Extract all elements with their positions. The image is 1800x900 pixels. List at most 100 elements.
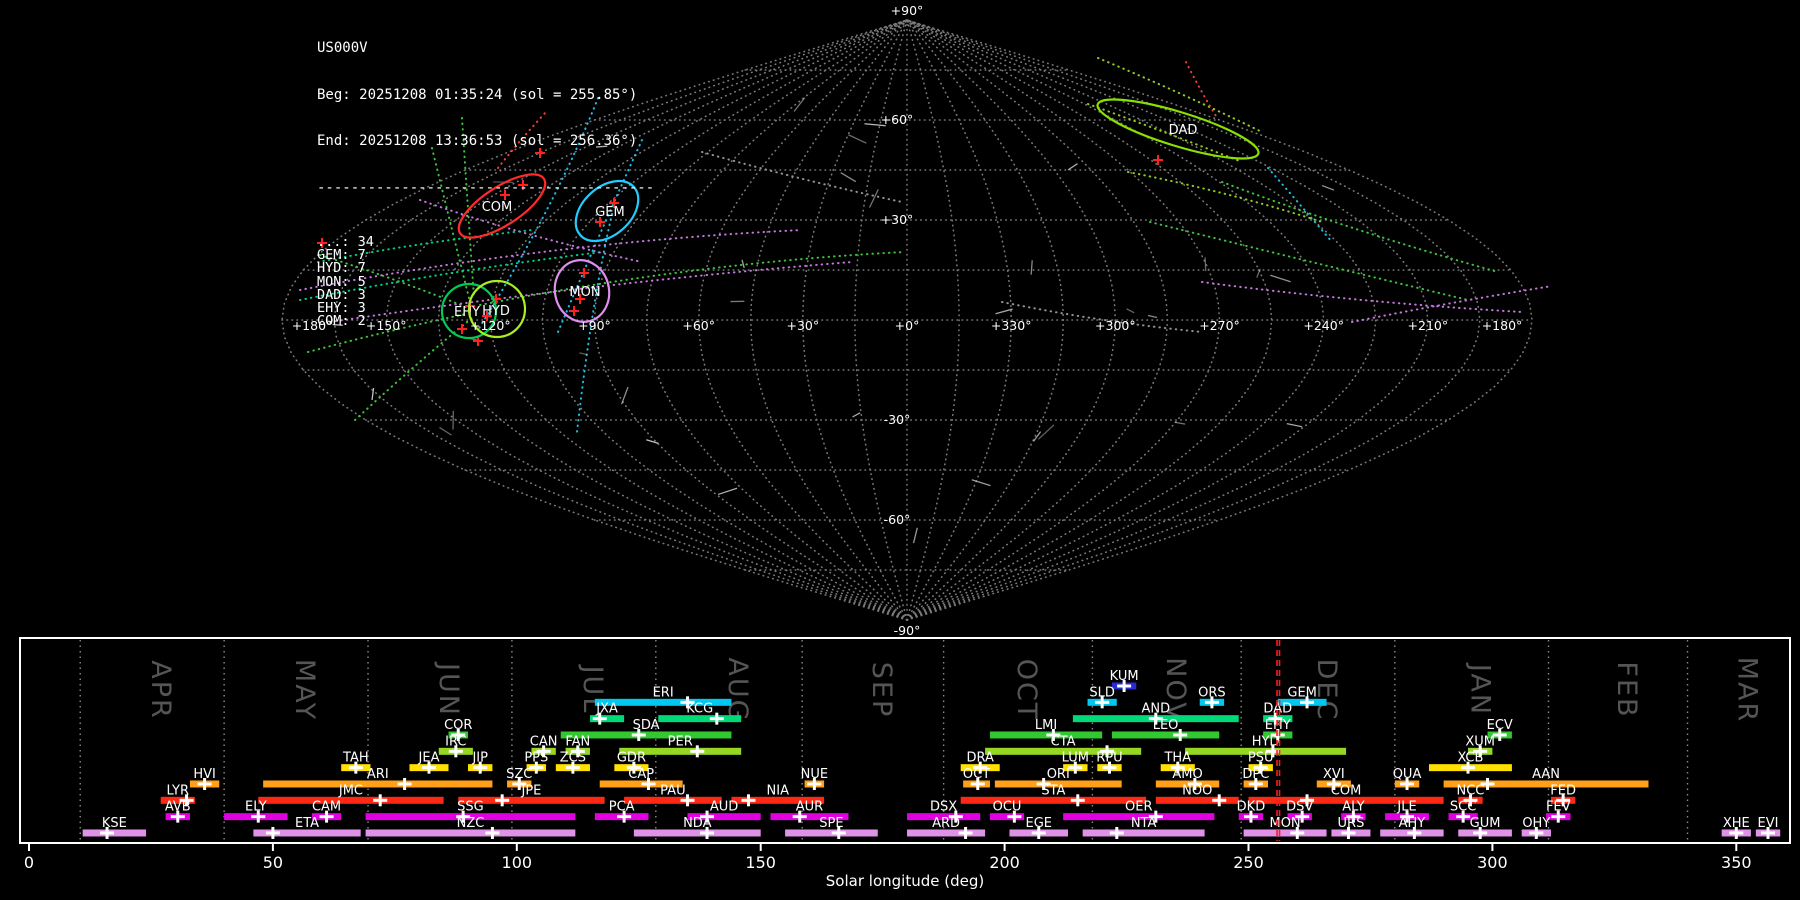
pole-label-south: -90°: [894, 623, 921, 638]
month-label-OCT: OCT: [1011, 659, 1042, 722]
x-tick-label-300: 300: [1477, 853, 1508, 872]
equator-label: +180°: [1482, 318, 1523, 333]
meteor-track: [1185, 61, 1217, 117]
x-tick-label-250: 250: [1233, 853, 1264, 872]
shower-count-row: MON: 5: [317, 273, 366, 290]
equator-label: +270°: [1199, 318, 1240, 333]
bar-label-GDR: GDR: [617, 751, 646, 766]
bar-label-STA: STA: [1041, 783, 1065, 798]
shower-count-row: EHY: 3: [317, 300, 366, 317]
meteor-track: [1149, 221, 1469, 301]
x-tick-label-50: 50: [263, 853, 283, 872]
bar-label-ARI: ARI: [367, 767, 389, 782]
bar-label-PAU: PAU: [660, 783, 685, 798]
bar-label-DSX: DSX: [930, 800, 957, 815]
x-axis-title: Solar longitude (deg): [826, 872, 984, 890]
meteor-track: [1201, 281, 1523, 313]
x-tick-label-200: 200: [989, 853, 1020, 872]
equator-label: +240°: [1303, 318, 1344, 333]
bar-label-COM: COM: [1331, 783, 1362, 798]
meteor-track: [1221, 181, 1499, 273]
header-divider: ----------------------------------------: [317, 179, 655, 196]
bar-label-ORI: ORI: [1047, 767, 1070, 782]
bar-label-AHY: AHY: [1399, 816, 1426, 831]
shower-count-row: HYD: 7: [317, 260, 366, 277]
sporadic-meteor: [579, 352, 588, 356]
bar-label-NOO: NOO: [1182, 783, 1212, 798]
bar-label-ERI: ERI: [653, 685, 674, 700]
pole-label-north: +90°: [891, 3, 924, 18]
sporadic-meteor: [1147, 314, 1158, 319]
sporadic-meteor: [439, 426, 452, 436]
header-block: US000V Beg: 20251208 01:35:24 (sol = 255…: [317, 10, 654, 344]
equator-label: +210°: [1408, 318, 1449, 333]
latitude-label: +30°: [881, 212, 914, 227]
sporadic-meteor: [1286, 422, 1303, 428]
shower-count-row: GEM: 7: [317, 247, 366, 264]
sporadic-meteor: [1126, 308, 1135, 314]
timeline-frame: [19, 637, 1791, 844]
activity-timeline: APR MAY JUN JUL AUG SEP OCT NOV DEC JAN FEB MARKUME…: [19, 637, 1791, 890]
shower-count-list: ...: 34 GEM: 7 HYD: 7 MON: 5 DAD: 3 EHY: 3 COM…: [317, 234, 654, 328]
sporadic-meteor: [1321, 184, 1335, 191]
begin-time-line: Beg: 20251208 01:35:24 (sol = 255.85°): [317, 86, 638, 103]
sporadic-meteor: [1032, 431, 1042, 442]
radiant-label-DAD: DAD: [1169, 123, 1198, 138]
x-tick-label-150: 150: [745, 853, 776, 872]
bar-label-URS: URS: [1338, 816, 1365, 831]
bar-label-JPE: JPE: [520, 783, 541, 798]
bar-label-SDA: SDA: [633, 718, 660, 733]
sporadic-meteor: [1270, 274, 1291, 283]
bar-label-LEO: LEO: [1153, 718, 1179, 733]
month-label-FEB: FEB: [1611, 661, 1642, 718]
sporadic-meteor: [840, 172, 857, 183]
sporadic-meteor: [620, 386, 629, 405]
bar-label-PER: PER: [668, 734, 693, 749]
x-tick-label-350: 350: [1721, 853, 1752, 872]
bar-label-KCG: KCG: [686, 702, 713, 717]
station-id: US000V: [317, 40, 368, 56]
month-label-MAY: MAY: [289, 659, 320, 721]
month-label-JAN: JAN: [1465, 662, 1496, 716]
bar-label-GEM: GEM: [1287, 685, 1317, 700]
sporadic-meteor: [1067, 163, 1078, 171]
bar-label-ARD: ARD: [932, 816, 960, 831]
equator-label: +300°: [1095, 318, 1136, 333]
bar-label-SSG: SSG: [457, 800, 484, 815]
bar-label-CTA: CTA: [1051, 734, 1076, 749]
latitude-label: +60°: [881, 112, 914, 127]
plot-canvas: COM GEMMONEHY HYDDAD+90°-90°+180° +150° +120…: [19, 3, 1791, 890]
month-label-JUN: JUN: [433, 661, 464, 717]
bar-label-ETA: ETA: [295, 816, 319, 831]
meteor-track: [1267, 167, 1333, 243]
sporadic-meteor: [741, 259, 745, 268]
sporadic-meteor: [848, 134, 867, 144]
bar-label-CAP: CAP: [628, 767, 654, 782]
sporadic-meteor: [912, 527, 918, 544]
shower-count-row: ...: 34: [317, 234, 374, 250]
meridian-line: [749, 19, 908, 621]
sporadic-meteor: [852, 412, 861, 418]
equator-label: +0°: [895, 318, 920, 333]
sporadic-meteor: [995, 308, 1013, 315]
bar-label-NTA: NTA: [1131, 816, 1157, 831]
sporadic-meteor: [868, 189, 879, 208]
bar-label-PCA: PCA: [609, 800, 635, 815]
sporadic-meteor: [717, 487, 738, 496]
meteor-track: [1097, 57, 1263, 133]
equator-label: +60°: [682, 318, 715, 333]
meteor-track: [1351, 285, 1553, 323]
bar-label-DSV: DSV: [1286, 800, 1313, 815]
screenshot-root: { "header": { "station": "US000V", "beg_…: [0, 0, 1800, 900]
equator-label: +30°: [787, 318, 820, 333]
latitude-label: -60°: [884, 512, 911, 527]
sporadic-meteor: [971, 479, 991, 487]
bar-label-OER: OER: [1125, 800, 1152, 815]
bar-label-NIA: NIA: [767, 783, 790, 798]
x-tick-label-0: 0: [24, 853, 34, 872]
month-label-APR: APR: [145, 660, 176, 720]
bar-label-OCU: OCU: [993, 800, 1022, 815]
month-label-SEP: SEP: [866, 662, 897, 718]
bar-label-GUM: GUM: [1470, 816, 1501, 831]
sporadic-meteor: [1174, 421, 1186, 425]
